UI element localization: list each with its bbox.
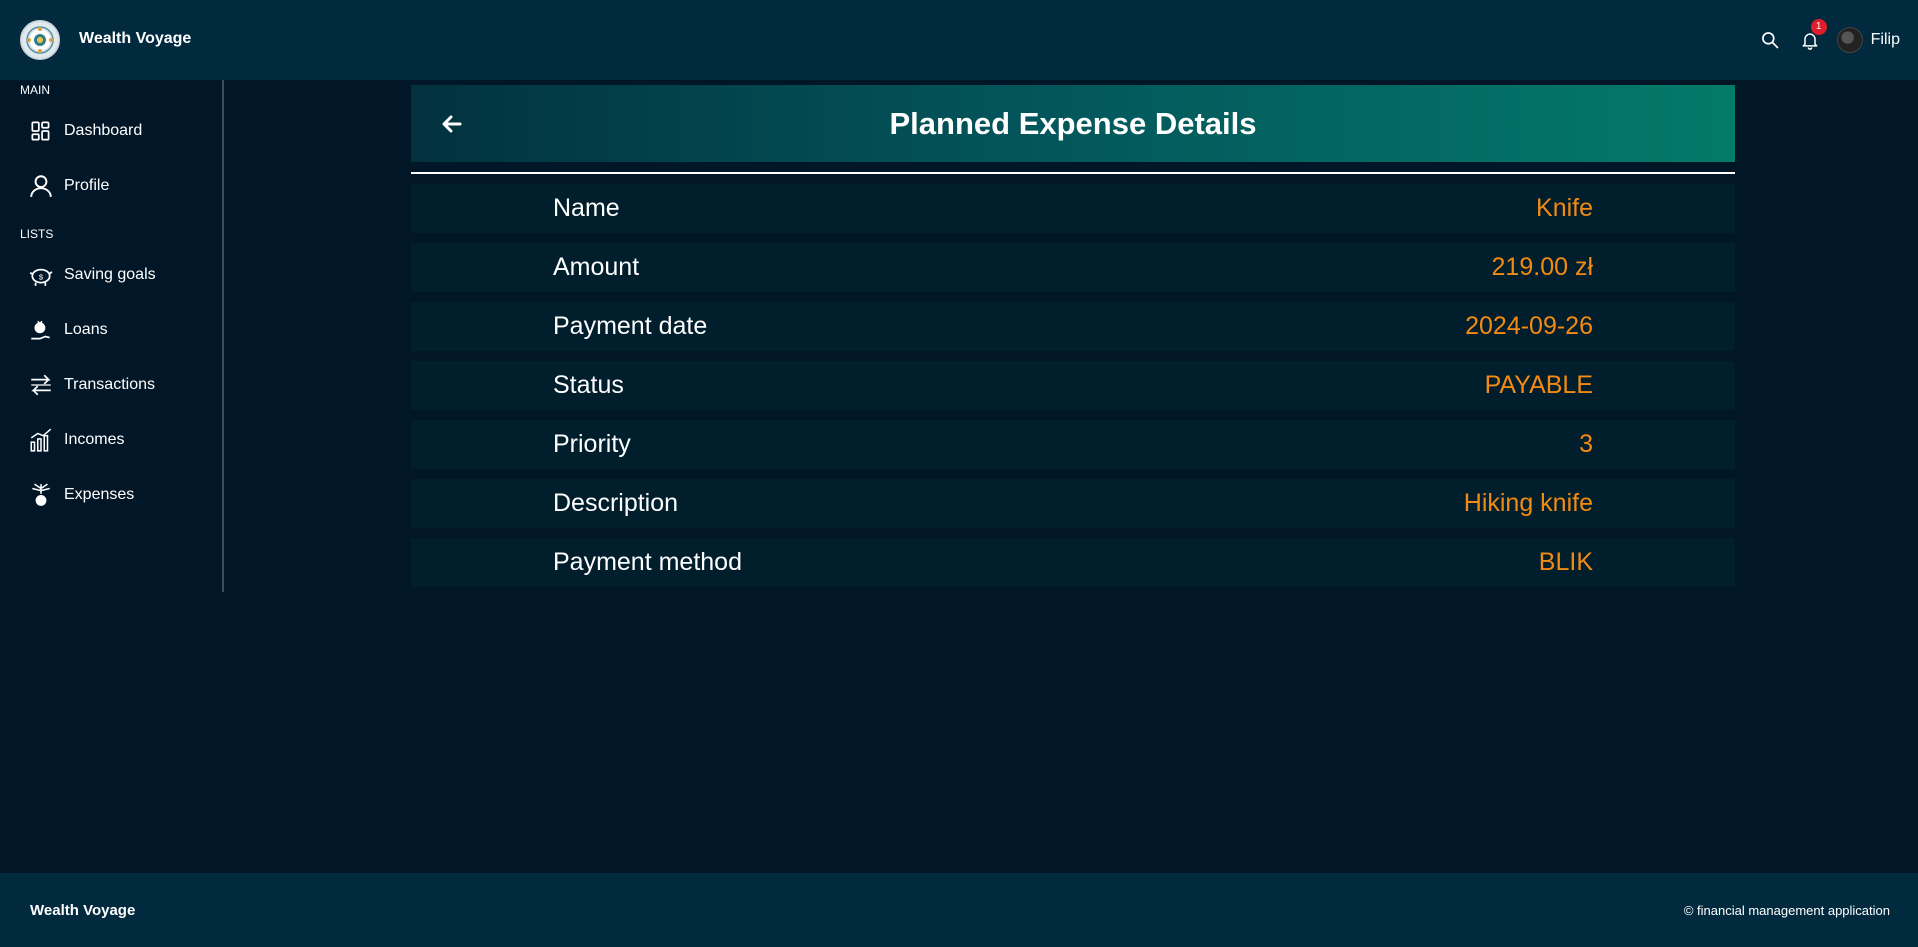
money-out-icon xyxy=(32,483,50,506)
sidebar-item-transactions[interactable]: Transactions xyxy=(28,369,155,401)
detail-value: Hiking knife xyxy=(1463,489,1593,517)
sidebar-item-expenses[interactable]: Expenses xyxy=(28,479,134,511)
notifications-button[interactable]: 1 xyxy=(1797,19,1827,53)
compass-logo-icon xyxy=(26,26,54,54)
detail-row-payment-date: Payment date 2024-09-26 xyxy=(411,302,1735,351)
detail-list: Name Knife Amount 219.00 zł Payment date… xyxy=(411,184,1735,587)
detail-row-description: Description Hiking knife xyxy=(411,479,1735,528)
username: Filip xyxy=(1870,31,1900,48)
sidebar-item-label: Saving goals xyxy=(64,266,156,283)
user-menu[interactable]: Filip xyxy=(1836,27,1900,53)
top-bar: Wealth Voyage 1 Filip xyxy=(0,0,1918,80)
sidebar-item-label: Dashboard xyxy=(64,122,143,139)
dashboard-icon xyxy=(31,121,50,141)
sidebar-section-lists: LISTS xyxy=(20,227,54,241)
sidebar-item-label: Profile xyxy=(64,177,110,194)
divider xyxy=(411,172,1735,174)
sidebar-item-saving-goals[interactable]: $ Saving goals xyxy=(28,259,156,291)
expense-details-panel: Planned Expense Details Name Knife Amoun… xyxy=(411,85,1735,597)
sidebar-item-incomes[interactable]: Incomes xyxy=(28,424,124,456)
footer-copyright: © financial management application xyxy=(1683,903,1890,918)
footer-brand: Wealth Voyage xyxy=(30,902,136,919)
page-title: Planned Expense Details xyxy=(889,105,1257,141)
avatar xyxy=(1836,27,1863,53)
arrows-exchange-icon xyxy=(31,374,51,396)
sidebar-item-dashboard[interactable]: Dashboard xyxy=(28,115,142,147)
sidebar-item-label: Transactions xyxy=(64,376,155,393)
app-title[interactable]: Wealth Voyage xyxy=(79,30,191,48)
panel-header: Planned Expense Details xyxy=(411,85,1735,162)
sidebar: MAIN Dashboard Profile LISTS $ Saving go… xyxy=(0,80,224,592)
piggy-bank-icon: $ xyxy=(29,268,53,286)
notification-badge: 1 xyxy=(1810,19,1827,35)
sidebar-section-main: MAIN xyxy=(20,83,50,97)
detail-label: Payment date xyxy=(553,312,708,340)
detail-row-amount: Amount 219.00 zł xyxy=(411,243,1735,292)
detail-value: Knife xyxy=(1536,194,1593,222)
search-button[interactable] xyxy=(1757,27,1783,53)
detail-label: Status xyxy=(553,371,624,399)
detail-row-priority: Priority 3 xyxy=(411,420,1735,469)
arrow-left-icon xyxy=(442,115,462,133)
detail-label: Priority xyxy=(553,430,631,458)
sidebar-item-loans[interactable]: Loans xyxy=(28,314,108,346)
detail-value: 3 xyxy=(1579,430,1593,458)
detail-label: Description xyxy=(553,489,679,517)
sidebar-item-label: Incomes xyxy=(64,431,125,448)
detail-label: Name xyxy=(553,194,620,222)
detail-value: 219.00 zł xyxy=(1491,253,1593,281)
detail-value: PAYABLE xyxy=(1484,371,1593,399)
bar-growth-icon xyxy=(30,428,52,452)
sidebar-item-label: Expenses xyxy=(64,486,135,503)
footer: Wealth Voyage © financial management app… xyxy=(0,873,1918,947)
detail-row-payment-method: Payment method BLIK xyxy=(411,538,1735,587)
money-bag-hand-icon xyxy=(31,320,50,340)
detail-value: 2024-09-26 xyxy=(1465,312,1593,340)
sidebar-item-profile[interactable]: Profile xyxy=(28,170,109,202)
svg-text:$: $ xyxy=(39,272,44,281)
app-logo[interactable] xyxy=(20,20,60,60)
search-icon xyxy=(1761,32,1778,49)
detail-label: Amount xyxy=(553,253,640,281)
back-button[interactable] xyxy=(437,109,467,139)
header-actions: 1 Filip xyxy=(1757,19,1900,56)
user-icon xyxy=(30,175,52,197)
sidebar-item-label: Loans xyxy=(64,321,108,338)
detail-row-status: Status PAYABLE xyxy=(411,361,1735,410)
detail-value: BLIK xyxy=(1538,548,1593,576)
detail-label: Payment method xyxy=(553,548,742,576)
detail-row-name: Name Knife xyxy=(411,184,1735,233)
